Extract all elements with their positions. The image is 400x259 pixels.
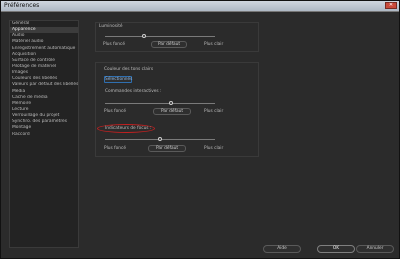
brightness-slider-track[interactable] [105,36,215,37]
interactive-slider-thumb[interactable] [169,101,173,105]
interactive-darker-label: Plus foncé [104,109,126,114]
category-list: Général Apparence Audio Matériel audio Enreg… [9,20,79,248]
focus-indicators-title: Indicateurs de focus : [105,126,152,131]
brightness-default-button[interactable]: Par défaut [151,41,187,48]
brightness-title: Luminosité [99,24,123,29]
interactive-default-button[interactable]: Par défaut [153,108,191,115]
focus-default-button[interactable]: Par défaut [148,145,186,152]
brightness-darker-label: Plus foncé [103,42,125,47]
sidebar-item[interactable]: Enregistrement automatique [10,46,78,52]
cancel-button[interactable]: Annuler [356,245,394,253]
focus-lighter-label: Plus clair [204,146,224,151]
window-title: Préférences [4,2,40,9]
focus-darker-label: Plus foncé [104,146,126,151]
sidebar-item[interactable]: Raccord [10,132,78,138]
interactive-slider-track[interactable] [105,103,215,104]
focus-slider-thumb[interactable] [158,137,162,141]
ok-button[interactable]: OK [317,245,355,253]
interactive-controls-title: Commandes interactives : [105,89,162,94]
brightness-slider-thumb[interactable] [141,34,146,38]
help-button[interactable]: Aide [263,245,301,253]
brightness-lighter-label: Plus clair [204,42,224,47]
sidebar-item[interactable]: Valeurs par défaut des libellés [10,82,78,88]
light-colors-title: Couleur des tons clairs [104,67,154,72]
selected-color-swatch[interactable]: Sélectionnés [104,76,132,83]
interactive-lighter-label: Plus clair [204,109,224,114]
preferences-window: Préférences ✕ Général Apparence Audio Matér… [0,0,400,259]
close-icon[interactable]: ✕ [385,2,397,9]
title-bar: Préférences ✕ [1,1,399,12]
